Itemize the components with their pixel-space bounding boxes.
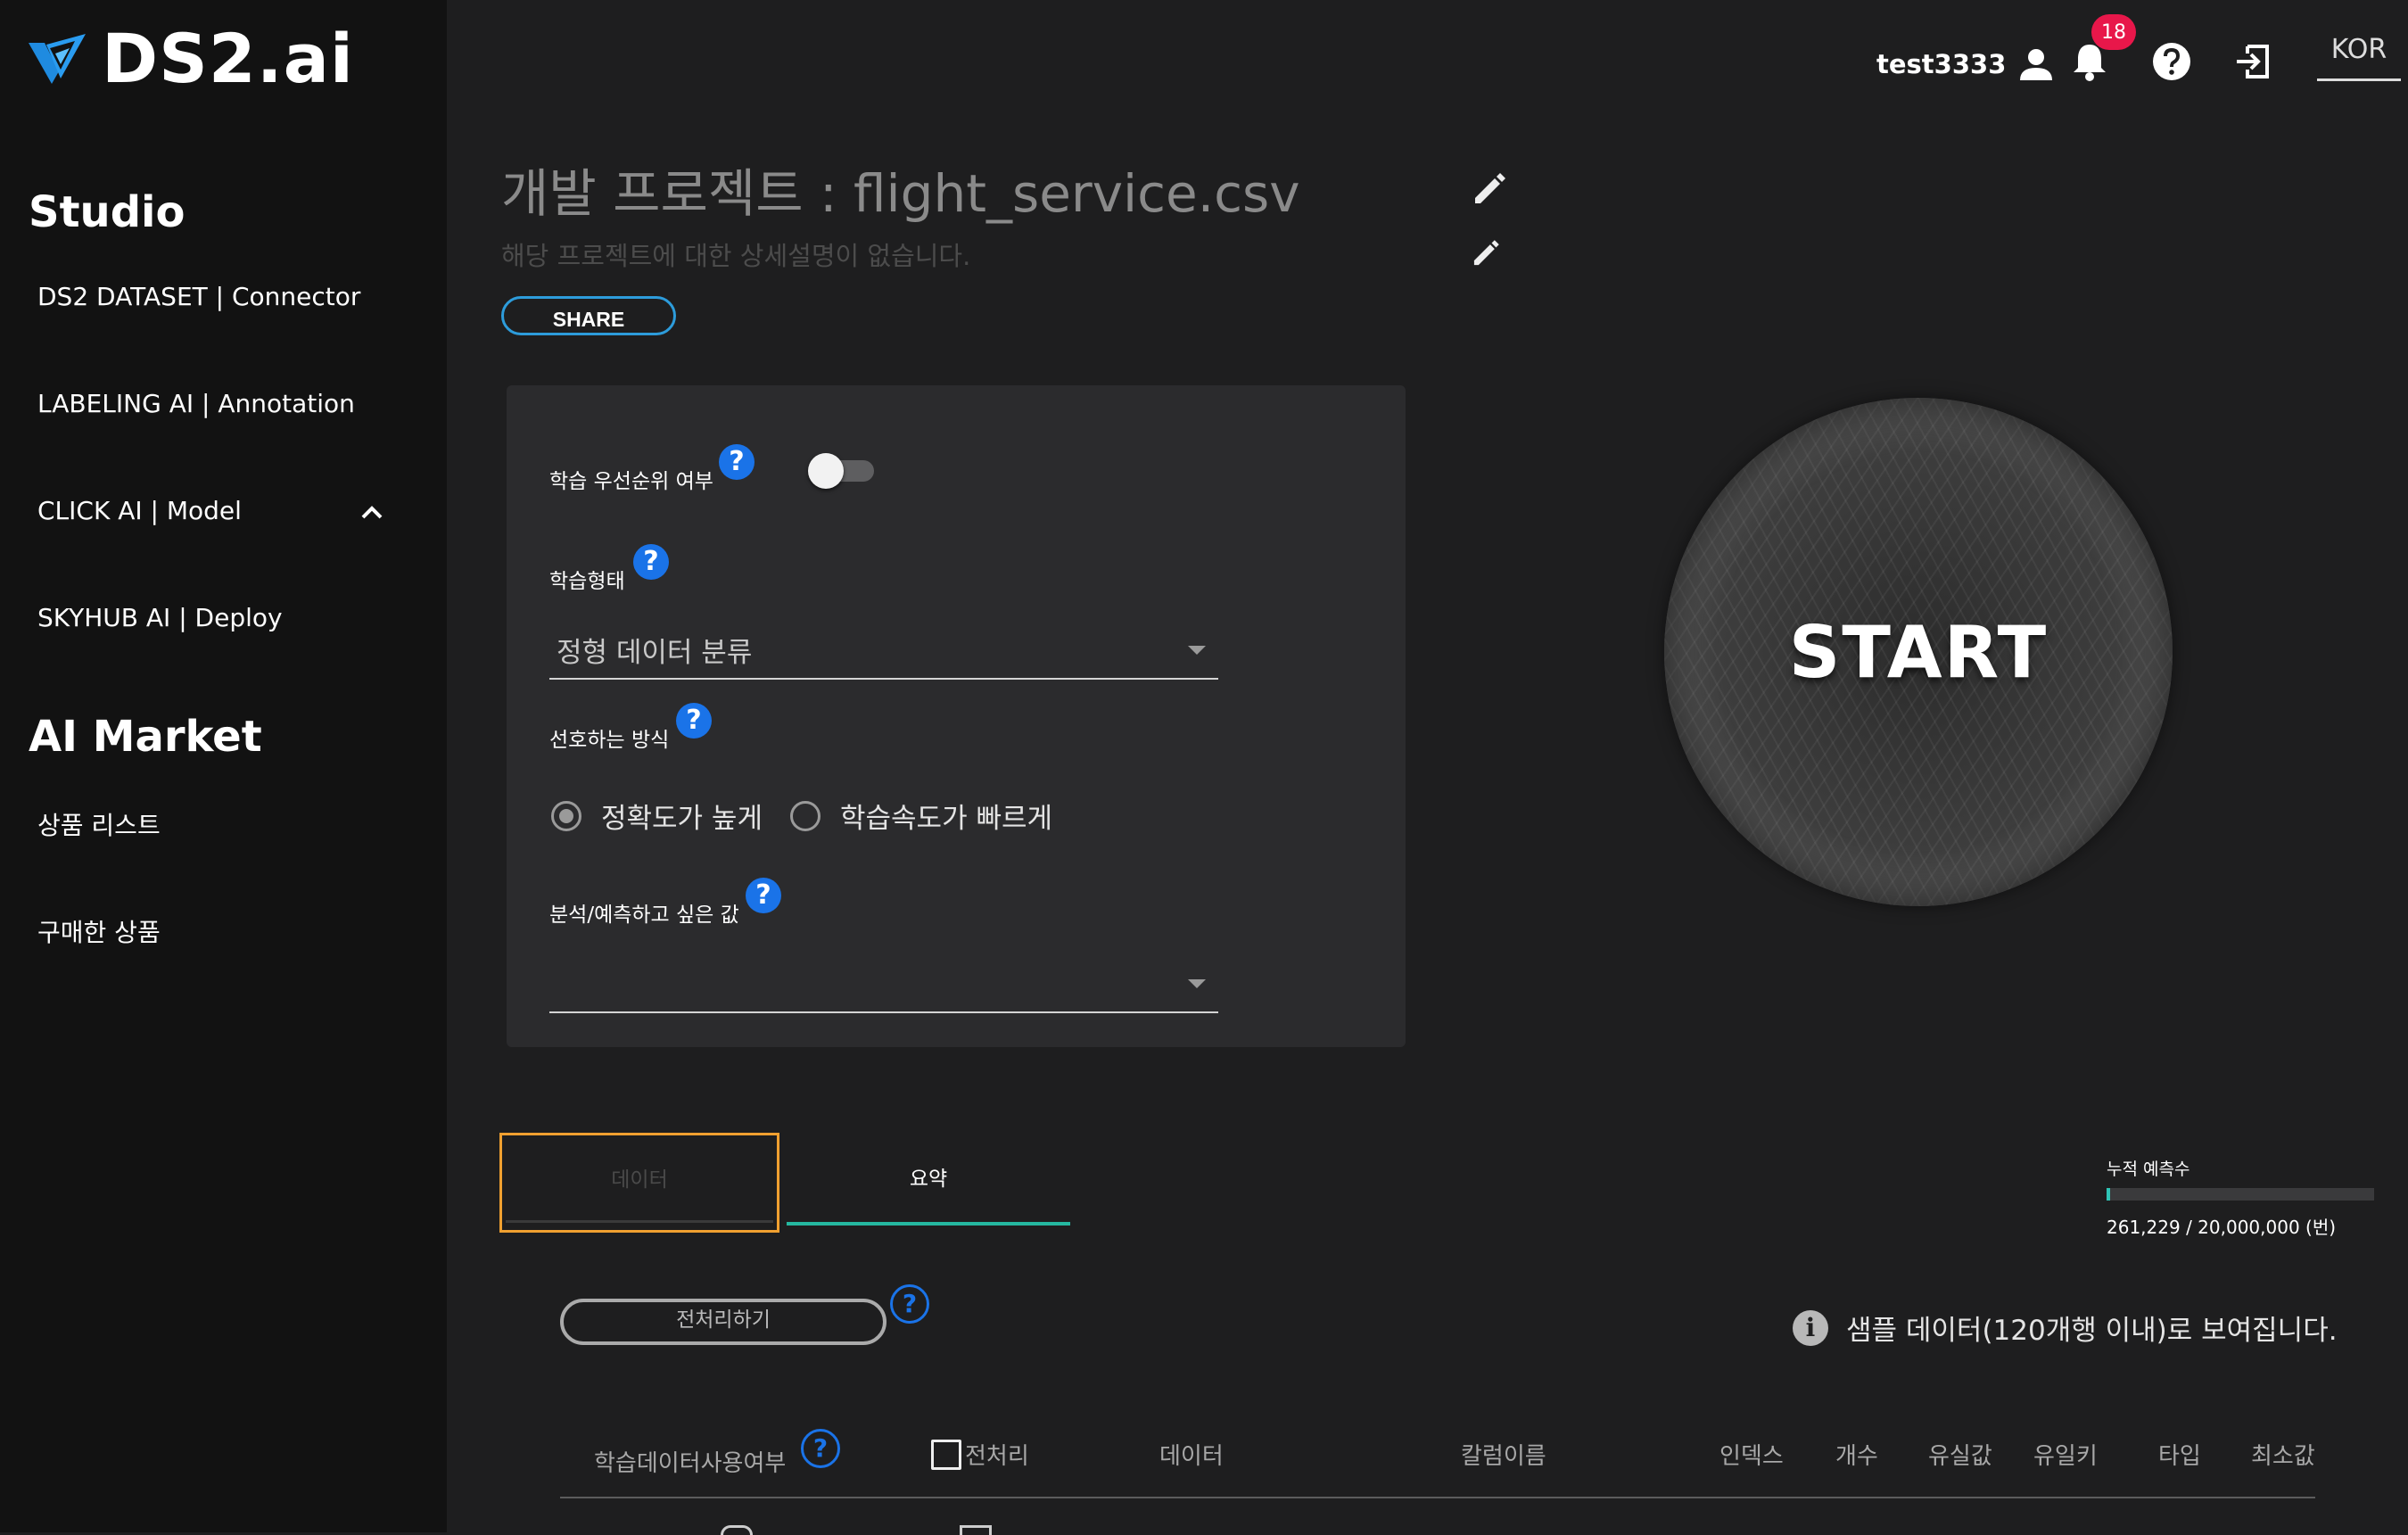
sidebar-item-product-list[interactable]: 상품 리스트 bbox=[37, 806, 394, 842]
edit-description-icon[interactable] bbox=[1470, 237, 1502, 269]
priority-label: 학습 우선순위 여부 bbox=[549, 470, 713, 493]
preprocess-all-checkbox[interactable] bbox=[931, 1440, 961, 1470]
logout-icon[interactable] bbox=[2231, 39, 2276, 84]
prediction-value: 261,229 / 20,000,000 (번) bbox=[2107, 1217, 2337, 1238]
column-header-count: 개수 bbox=[1835, 1443, 1878, 1470]
training-type-help-icon[interactable]: ? bbox=[633, 544, 669, 580]
brand-name: DS2.ai bbox=[102, 19, 354, 98]
column-header-use-training: 학습데이터사용여부 bbox=[594, 1450, 787, 1477]
radio-accuracy-label: 정확도가 높게 bbox=[601, 803, 763, 835]
preference-help-icon[interactable]: ? bbox=[676, 703, 712, 739]
training-type-value: 정형 데이터 분류 bbox=[557, 637, 753, 669]
radio-unchecked-icon bbox=[790, 800, 821, 831]
row-radio-peek[interactable] bbox=[721, 1525, 753, 1535]
sidebar-item-labeling[interactable]: LABELING AI | Annotation bbox=[37, 389, 394, 418]
prediction-progress-bar bbox=[2107, 1188, 2374, 1201]
help-icon[interactable] bbox=[2149, 39, 2194, 84]
notification-badge: 18 bbox=[2091, 14, 2136, 50]
column-header-preprocess: 전처리 bbox=[965, 1443, 1029, 1470]
table-header-divider bbox=[560, 1497, 2315, 1498]
user-icon bbox=[2020, 49, 2053, 80]
chevron-up-icon[interactable] bbox=[359, 499, 385, 526]
sidebar-item-skyhub[interactable]: SKYHUB AI | Deploy bbox=[37, 603, 394, 632]
sidebar-item-dataset[interactable]: DS2 DATASET | Connector bbox=[37, 282, 394, 311]
radio-checked-icon bbox=[551, 800, 581, 831]
sample-notice-text: 샘플 데이터(120개행 이내)로 보여집니다. bbox=[1846, 1315, 2338, 1347]
tab-summary-label: 요약 bbox=[909, 1168, 948, 1191]
preprocess-help-icon[interactable]: ? bbox=[890, 1284, 929, 1324]
target-label: 분석/예측하고 싶은 값 bbox=[549, 904, 739, 927]
column-header-column-name: 칼럼이름 bbox=[1461, 1443, 1546, 1470]
page-title: 개발 프로젝트 : flight_service.csv bbox=[501, 163, 1300, 224]
user-menu[interactable]: test3333 bbox=[1876, 45, 2056, 84]
info-icon: i bbox=[1793, 1309, 1828, 1346]
column-header-type: 타입 bbox=[2158, 1443, 2201, 1470]
training-type-label: 학습형태 bbox=[549, 570, 625, 593]
target-select[interactable] bbox=[549, 953, 1218, 1013]
priority-toggle[interactable] bbox=[808, 451, 876, 489]
caret-down-icon bbox=[1188, 646, 1206, 655]
brand-logo[interactable]: DS2.ai bbox=[29, 25, 354, 93]
start-button[interactable]: START bbox=[1664, 398, 2173, 906]
radio-speed-label: 학습속도가 빠르게 bbox=[840, 803, 1053, 835]
sidebar-item-purchased[interactable]: 구매한 상품 bbox=[37, 913, 394, 949]
username: test3333 bbox=[1876, 49, 2007, 79]
tab-data-label: 데이터 bbox=[611, 1168, 668, 1192]
radio-accuracy[interactable]: 정확도가 높게 bbox=[551, 796, 763, 836]
prediction-label: 누적 예측수 bbox=[2107, 1160, 2190, 1179]
ds2-logo-icon bbox=[29, 34, 86, 84]
training-type-select[interactable]: 정형 데이터 분류 bbox=[549, 619, 1218, 680]
edit-title-icon[interactable] bbox=[1470, 169, 1509, 209]
language-selector[interactable]: KOR bbox=[2317, 27, 2401, 81]
column-header-data: 데이터 bbox=[1159, 1443, 1224, 1470]
sample-notice: i 샘플 데이터(120개행 이내)로 보여집니다. bbox=[1793, 1308, 2338, 1348]
column-header-missing: 유실값 bbox=[1928, 1443, 1992, 1470]
project-description: 해당 프로젝트에 대한 상세설명이 없습니다. bbox=[501, 241, 971, 271]
sidebar: DS2.ai Studio DS2 DATASET | Connector LA… bbox=[0, 0, 447, 1532]
target-help-icon[interactable]: ? bbox=[746, 878, 781, 913]
priority-help-icon[interactable]: ? bbox=[719, 444, 755, 480]
prediction-progress-fill bbox=[2107, 1188, 2110, 1201]
start-label: START bbox=[1788, 610, 2049, 694]
tab-active-indicator bbox=[787, 1222, 1070, 1226]
section-title-ai-market: AI Market bbox=[29, 712, 262, 762]
use-training-help-icon[interactable]: ? bbox=[801, 1429, 840, 1468]
column-header-unique: 유일키 bbox=[2033, 1443, 2098, 1470]
tab-data[interactable]: 데이터 bbox=[499, 1133, 779, 1233]
radio-speed[interactable]: 학습속도가 빠르게 bbox=[790, 796, 1052, 836]
section-title-studio: Studio bbox=[29, 187, 186, 237]
preference-label: 선호하는 방식 bbox=[549, 729, 670, 752]
caret-down-icon bbox=[1188, 979, 1206, 988]
row-checkbox-peek[interactable] bbox=[960, 1525, 992, 1535]
column-header-min: 최소값 bbox=[2251, 1443, 2315, 1470]
toggle-knob bbox=[808, 453, 844, 489]
sidebar-item-clickai[interactable]: CLICK AI | Model bbox=[37, 496, 394, 525]
column-header-index: 인덱스 bbox=[1719, 1443, 1784, 1470]
preprocess-button[interactable]: 전처리하기 bbox=[560, 1299, 887, 1345]
tab-underline bbox=[506, 1220, 773, 1223]
share-button[interactable]: SHARE bbox=[501, 296, 676, 335]
tab-summary[interactable]: 요약 bbox=[787, 1135, 1070, 1226]
